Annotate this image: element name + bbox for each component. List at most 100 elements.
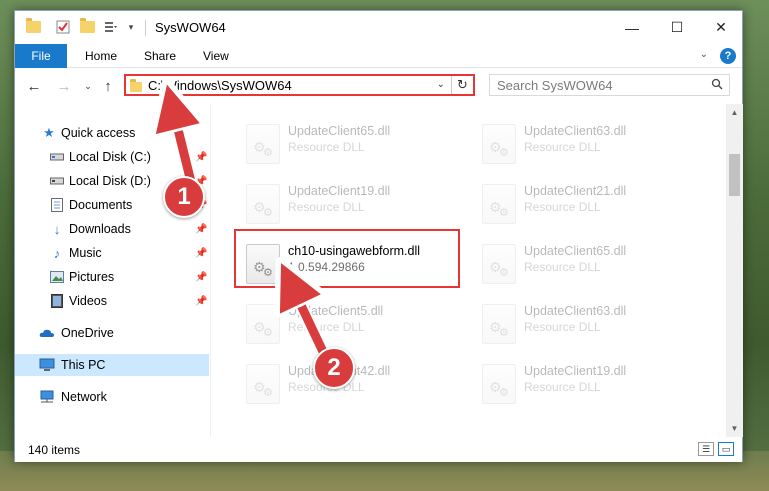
dll-file-icon: ⚙ ⚙ (246, 184, 280, 224)
title-bar: ▾ SysWOW64 — ☐ ✕ (15, 11, 742, 44)
step-2-badge: 2 (313, 347, 355, 389)
file-item[interactable]: ⚙ ⚙ UpdateClient19.dll Resource DLL (236, 174, 466, 232)
file-description: Resource DLL (288, 140, 365, 154)
dll-file-icon: ⚙ ⚙ (482, 304, 516, 344)
drive-icon (49, 173, 65, 189)
details-view-icon[interactable]: ☰ (698, 442, 714, 456)
step-1-badge: 1 (163, 176, 205, 218)
minimize-button[interactable]: — (610, 11, 654, 44)
new-folder-icon[interactable] (79, 18, 95, 35)
file-description: Resource DLL (288, 320, 365, 334)
file-description: Resource DLL (524, 320, 601, 334)
file-name: UpdateClient19.dll (524, 364, 627, 378)
sidebar-item-label: Downloads (69, 222, 131, 236)
file-name: UpdateClient5.dll (288, 304, 384, 318)
recent-locations-icon[interactable]: ⌄ (79, 77, 97, 95)
navigation-pane: ★ Quick access Local Disk (C:) 📌 Local D… (15, 104, 211, 437)
documents-icon (49, 197, 65, 213)
folder-icon (130, 79, 142, 92)
dll-file-icon: ⚙ ⚙ (246, 124, 280, 164)
search-input[interactable]: Search SysWOW64 (489, 74, 730, 96)
sidebar-item-pictures[interactable]: Pictures 📌 (15, 266, 209, 288)
up-arrow-icon[interactable]: ↑ (99, 77, 117, 95)
file-description: Resource DLL (524, 200, 601, 214)
file-name: UpdateClient63.dll (524, 304, 627, 318)
dll-file-icon: ⚙ ⚙ (246, 304, 280, 344)
sidebar-item-label: Documents (69, 198, 133, 212)
folder-icon (25, 18, 41, 35)
file-description: Resource DLL (524, 380, 601, 394)
search-placeholder: Search SysWOW64 (497, 78, 613, 93)
videos-icon (49, 293, 65, 309)
dll-file-icon: ⚙ ⚙ (482, 184, 516, 224)
file-item[interactable]: ⚙ ⚙ UpdateClient19.dll Resource DLL (472, 354, 702, 412)
sidebar-item-label: Quick access (61, 126, 136, 140)
refresh-icon[interactable]: ↻ (451, 76, 473, 94)
customize-toolbar-icon[interactable] (103, 19, 119, 35)
maximize-button[interactable]: ☐ (655, 11, 699, 44)
file-item[interactable]: ⚙ ⚙ UpdateClient65.dll Resource DLL (236, 114, 466, 172)
file-item[interactable]: ⚙ ⚙ UpdateClient5.dll Resource DLL (236, 294, 466, 352)
network-icon (39, 389, 55, 405)
search-icon (711, 78, 723, 93)
dll-file-icon: ⚙ ⚙ (246, 364, 280, 404)
help-icon[interactable]: ? (720, 48, 736, 64)
dll-file-icon: ⚙ ⚙ (482, 364, 516, 404)
sidebar-item-network[interactable]: Network (15, 386, 209, 408)
sidebar-item-label: Pictures (69, 270, 115, 284)
file-item[interactable]: ⚙ ⚙ UpdateClient65.dll Resource DLL (472, 234, 702, 292)
cloud-icon (39, 325, 55, 341)
sidebar-item-label: Local Disk (D:) (69, 174, 151, 188)
dll-file-icon: ⚙ ⚙ (482, 124, 516, 164)
expand-ribbon-icon[interactable]: ⌄ (700, 49, 708, 60)
sidebar-item-videos[interactable]: Videos 📌 (15, 290, 209, 312)
music-icon: ♪ (53, 245, 61, 261)
file-name: UpdateClient21.dll (524, 184, 627, 198)
file-name: UpdateClient19.dll (288, 184, 391, 198)
tab-view[interactable]: View (203, 44, 229, 68)
tab-home[interactable]: Home (85, 44, 117, 68)
computer-icon (39, 357, 55, 373)
scroll-thumb[interactable] (729, 154, 740, 196)
address-bar[interactable]: C:\Windows\SysWOW64 ⌄ ↻ (124, 74, 475, 96)
file-description: Resource DLL (288, 200, 365, 214)
tab-share[interactable]: Share (144, 44, 176, 68)
pin-icon[interactable]: 📌 (195, 272, 207, 283)
close-button[interactable]: ✕ (699, 11, 743, 44)
pin-icon[interactable]: 📌 (195, 152, 207, 163)
scroll-up-icon[interactable]: ▲ (726, 104, 743, 121)
status-bar: 140 items ☰ ▭ (15, 437, 742, 462)
properties-icon[interactable] (55, 19, 71, 35)
sidebar-item-label: Music (69, 246, 102, 260)
address-dropdown-icon[interactable]: ⌄ (437, 79, 445, 90)
vertical-scrollbar[interactable]: ▲ ▼ (726, 104, 743, 437)
sidebar-item-local-disk-c[interactable]: Local Disk (C:) 📌 (15, 146, 209, 168)
sidebar-item-music[interactable]: ♪ Music 📌 (15, 242, 209, 264)
item-count: 140 items (28, 443, 81, 457)
file-item[interactable]: ⚙ ⚙ UpdateClient63.dll Resource DLL (472, 114, 702, 172)
back-arrow-icon[interactable]: ← (25, 77, 43, 95)
scroll-down-icon[interactable]: ▼ (726, 420, 743, 437)
forward-arrow-icon[interactable]: → (55, 77, 73, 95)
sidebar-item-label: This PC (61, 358, 106, 372)
sidebar-item-downloads[interactable]: ↓ Downloads 📌 (15, 218, 209, 240)
tab-file[interactable]: File (15, 44, 67, 68)
quick-access-dropdown-icon[interactable]: ▾ (123, 19, 139, 35)
dll-file-icon: ⚙ ⚙ (482, 244, 516, 284)
sidebar-item-this-pc[interactable]: This PC (15, 354, 209, 376)
sidebar-item-onedrive[interactable]: OneDrive (15, 322, 209, 344)
file-item[interactable]: ⚙ ⚙ UpdateClient21.dll Resource DLL (472, 174, 702, 232)
sidebar-item-label: Local Disk (C:) (69, 150, 151, 164)
ribbon-tabs: File Home Share View ⌄ ? (15, 44, 742, 68)
file-description: Resource DLL (524, 260, 601, 274)
sidebar-item-quick-access[interactable]: ★ Quick access (15, 122, 209, 144)
pin-icon[interactable]: 📌 (195, 248, 207, 259)
pin-icon[interactable]: 📌 (195, 296, 207, 307)
title-separator (145, 20, 146, 36)
address-path: C:\Windows\SysWOW64 (148, 78, 292, 93)
pin-icon[interactable]: 📌 (195, 224, 207, 235)
file-description: Resource DLL (524, 140, 601, 154)
file-highlight-box (234, 229, 460, 288)
file-item[interactable]: ⚙ ⚙ UpdateClient63.dll Resource DLL (472, 294, 702, 352)
large-icons-view-icon[interactable]: ▭ (718, 442, 734, 456)
